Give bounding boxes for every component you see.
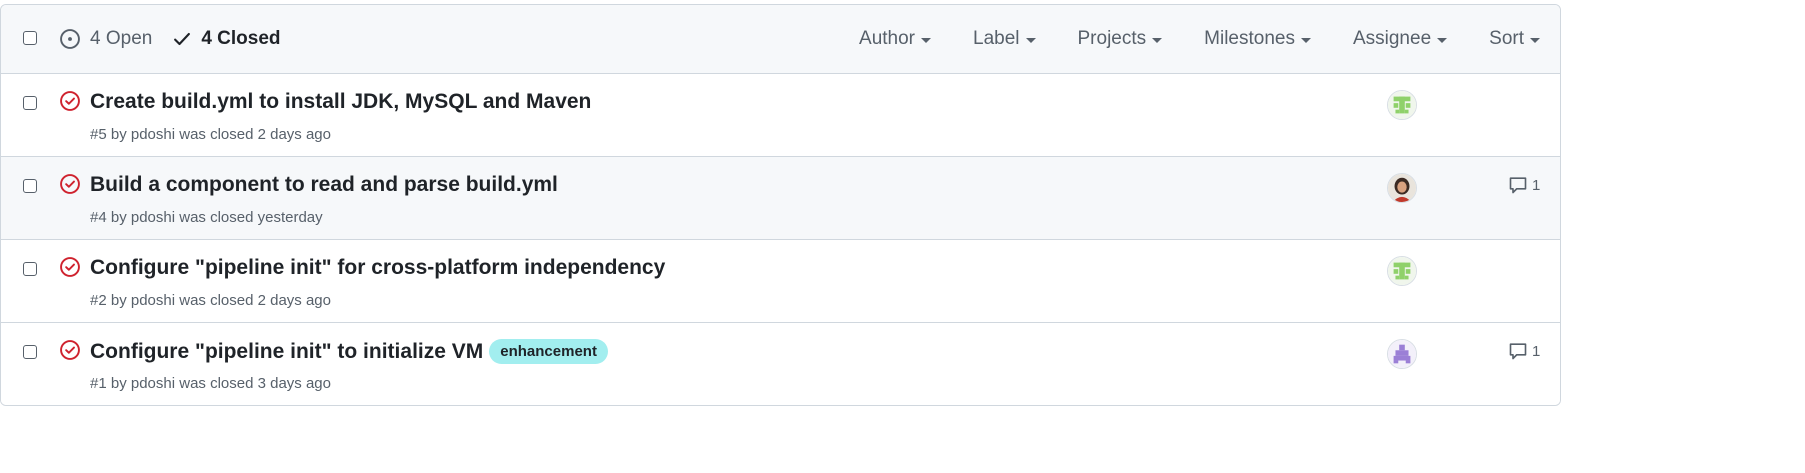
- projects-filter-label: Projects: [1077, 28, 1147, 49]
- caret-down-icon: [1530, 37, 1540, 43]
- issue-meta: #2 by pdoshi was closed 2 days ago: [90, 292, 331, 309]
- issue-title-link[interactable]: Create build.yml to install JDK, MySQL a…: [90, 90, 591, 114]
- closed-issues-tab[interactable]: 4 Closed: [172, 28, 281, 50]
- issue-title-line: Build a component to read and parse buil…: [90, 173, 558, 197]
- milestones-filter-label: Milestones: [1204, 28, 1295, 49]
- caret-down-icon: [1300, 37, 1311, 43]
- assignee-avatar[interactable]: [1387, 90, 1417, 120]
- issue-checkbox[interactable]: [23, 345, 37, 359]
- issue-checkbox[interactable]: [23, 96, 37, 110]
- user-photo-icon: [1388, 174, 1416, 202]
- milestones-filter[interactable]: Milestones: [1204, 28, 1311, 50]
- issue-meta: #1 by pdoshi was closed 3 days ago: [90, 375, 331, 392]
- assignee-filter[interactable]: Assignee: [1352, 28, 1448, 50]
- caret-down-icon: [1437, 37, 1448, 43]
- filter-bar: Author Label Projects Milestones Assigne…: [817, 5, 1540, 73]
- issue-row[interactable]: Configure "pipeline init" for cross-plat…: [1, 240, 1560, 323]
- comments-link[interactable]: 1: [1508, 341, 1540, 361]
- issue-closed-icon: [60, 174, 80, 194]
- sort-filter[interactable]: Sort: [1489, 28, 1540, 50]
- projects-filter[interactable]: Projects: [1078, 28, 1163, 50]
- issue-row[interactable]: Build a component to read and parse buil…: [1, 157, 1560, 240]
- assignee-avatar[interactable]: [1387, 173, 1417, 203]
- comment-icon: [1509, 177, 1527, 194]
- issue-title-line: Configure "pipeline init" for cross-plat…: [90, 256, 665, 280]
- issue-title-link[interactable]: Configure "pipeline init" to initialize …: [90, 340, 483, 364]
- issue-row[interactable]: Configure "pipeline init" to initialize …: [1, 323, 1560, 405]
- comment-icon: [1509, 343, 1527, 360]
- open-issues-label: 4 Open: [90, 28, 153, 49]
- assignee-avatar[interactable]: [1387, 339, 1417, 369]
- caret-down-icon: [921, 37, 931, 43]
- sort-filter-label: Sort: [1489, 28, 1524, 49]
- comment-count: 1: [1532, 342, 1541, 360]
- label-filter-label: Label: [973, 28, 1020, 49]
- assignee-filter-label: Assignee: [1352, 28, 1432, 49]
- comment-count: 1: [1532, 176, 1541, 194]
- issue-open-icon: [60, 29, 80, 49]
- issue-meta: #4 by pdoshi was closed yesterday: [90, 209, 323, 226]
- issue-title-line: Configure "pipeline init" to initialize …: [90, 339, 608, 364]
- open-issues-tab[interactable]: 4 Open: [59, 28, 152, 50]
- closed-issues-label: 4 Closed: [201, 28, 281, 49]
- issue-closed-icon: [60, 91, 80, 111]
- state-toggles: 4 Open 4 Closed: [59, 5, 301, 73]
- issue-checkbox[interactable]: [23, 262, 37, 276]
- issue-title-link[interactable]: Build a component to read and parse buil…: [90, 173, 558, 197]
- purple-identicon-icon: [1388, 340, 1416, 368]
- issue-title-link[interactable]: Configure "pipeline init" for cross-plat…: [90, 256, 665, 280]
- author-filter-label: Author: [859, 28, 915, 49]
- green-identicon-icon: [1388, 257, 1416, 285]
- enhancement-label[interactable]: enhancement: [489, 339, 608, 364]
- issue-closed-icon: [60, 257, 80, 277]
- issue-title-line: Create build.yml to install JDK, MySQL a…: [90, 90, 591, 114]
- issue-meta: #5 by pdoshi was closed 2 days ago: [90, 126, 331, 143]
- issue-row[interactable]: Create build.yml to install JDK, MySQL a…: [1, 74, 1560, 157]
- issues-list-header: 4 Open 4 Closed Author Label Projects Mi…: [1, 5, 1560, 74]
- label-filter[interactable]: Label: [973, 28, 1036, 50]
- caret-down-icon: [1025, 37, 1036, 43]
- issue-closed-icon: [60, 340, 80, 360]
- assignee-avatar[interactable]: [1387, 256, 1417, 286]
- check-icon: [174, 32, 191, 46]
- issues-list: 4 Open 4 Closed Author Label Projects Mi…: [0, 4, 1561, 406]
- caret-down-icon: [1152, 37, 1163, 43]
- issue-checkbox[interactable]: [23, 179, 37, 193]
- comments-link[interactable]: 1: [1508, 175, 1540, 195]
- select-all-checkbox[interactable]: [23, 31, 37, 45]
- green-identicon-icon: [1388, 91, 1416, 119]
- author-filter[interactable]: Author: [859, 28, 931, 50]
